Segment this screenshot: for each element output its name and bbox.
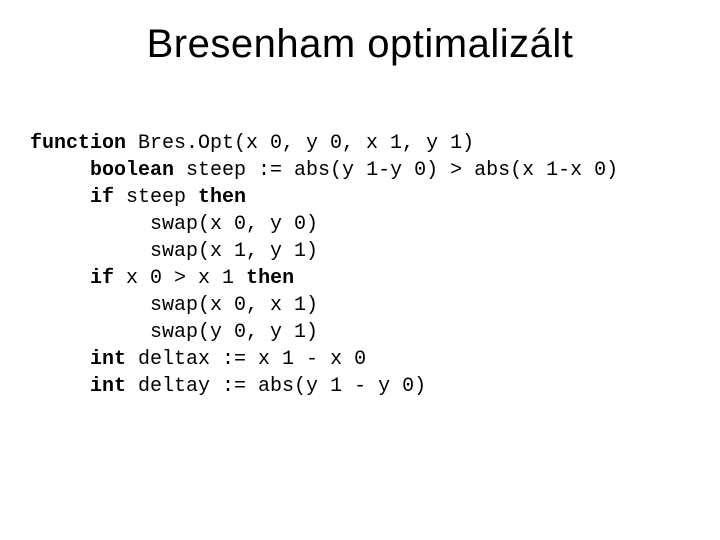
kw-function: function	[30, 132, 126, 155]
code-swap-2: swap(x 1, y 1)	[150, 240, 318, 263]
code-steep: steep := abs(y 1-y 0) > abs(x 1-x 0)	[174, 159, 618, 182]
code-swap-4: swap(y 0, y 1)	[150, 321, 318, 344]
code-deltax: deltax := x 1 - x 0	[126, 348, 366, 371]
code-deltay: deltay := abs(y 1 - y 0)	[126, 375, 426, 398]
kw-if-2: if	[90, 267, 114, 290]
kw-then-2: then	[246, 267, 294, 290]
slide-title: Bresenham optimalizált	[0, 22, 720, 67]
kw-then-1: then	[198, 186, 246, 209]
code-sig: Bres.Opt(x 0, y 0, x 1, y 1)	[126, 132, 474, 155]
kw-int-1: int	[90, 348, 126, 371]
if2-mid: x 0 > x 1	[114, 267, 246, 290]
code-swap-3: swap(x 0, x 1)	[150, 294, 318, 317]
code-block: function Bres.Opt(x 0, y 0, x 1, y 1) bo…	[30, 130, 618, 400]
kw-if-1: if	[90, 186, 114, 209]
kw-boolean: boolean	[90, 159, 174, 182]
slide: Bresenham optimalizált function Bres.Opt…	[0, 0, 720, 540]
if1-mid: steep	[114, 186, 198, 209]
code-swap-1: swap(x 0, y 0)	[150, 213, 318, 236]
kw-int-2: int	[90, 375, 126, 398]
